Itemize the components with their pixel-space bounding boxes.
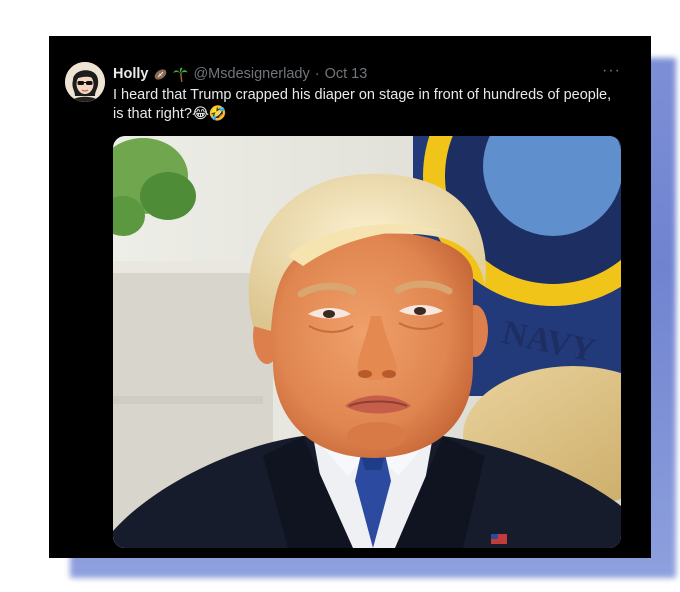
palm-tree-emoji-icon bbox=[173, 67, 188, 82]
avatar[interactable] bbox=[65, 62, 105, 102]
tweet-header: Holly @Msdesignerlady · Oct 13 bbox=[113, 64, 367, 84]
author-name[interactable]: Holly bbox=[113, 66, 148, 82]
avatar-illustration-icon bbox=[65, 62, 105, 102]
tweet-date[interactable]: Oct 13 bbox=[325, 66, 368, 82]
separator-dot: · bbox=[314, 66, 320, 82]
photo-of-man-pouting: NAVY bbox=[113, 136, 621, 548]
tweet-text: I heard that Trump crapped his diaper on… bbox=[113, 87, 612, 122]
tweet-card[interactable]: Holly @Msdesignerlady · Oct 13 ··· I hea… bbox=[49, 36, 651, 558]
more-options-icon[interactable]: ··· bbox=[602, 62, 621, 80]
tweet-photo[interactable]: NAVY bbox=[113, 136, 621, 548]
author-handle[interactable]: @Msdesignerlady bbox=[193, 66, 309, 82]
football-emoji-icon bbox=[153, 67, 168, 82]
